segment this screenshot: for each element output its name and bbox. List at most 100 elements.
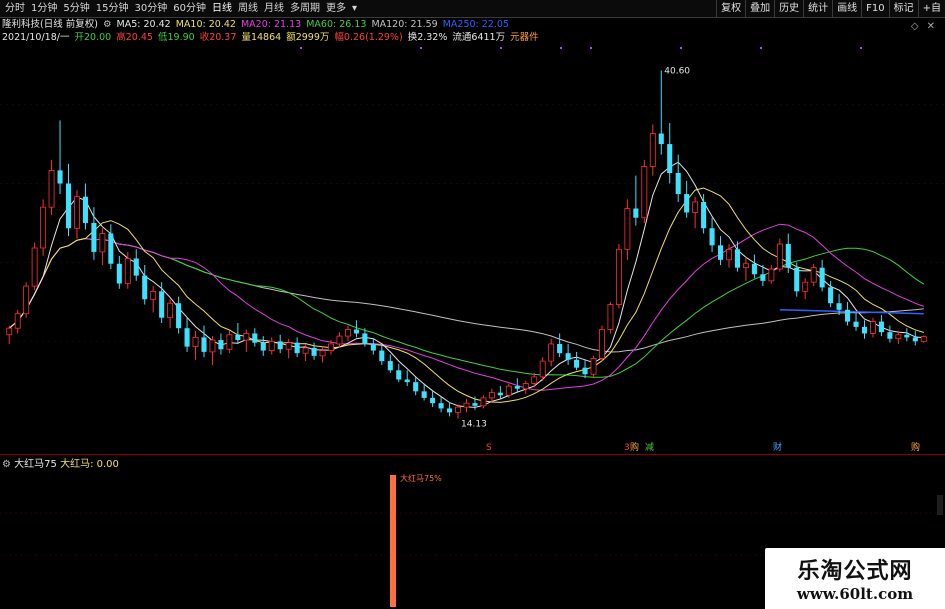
candle-body[interactable] xyxy=(396,370,402,380)
candle-body[interactable] xyxy=(607,304,614,330)
candle-body[interactable] xyxy=(404,379,410,383)
candle-body[interactable] xyxy=(920,336,927,342)
candle-body[interactable] xyxy=(285,342,292,350)
candle-body[interactable] xyxy=(184,328,190,347)
candle-body[interactable] xyxy=(760,274,766,281)
candle-body[interactable] xyxy=(488,392,495,399)
candle-body[interactable] xyxy=(649,133,656,167)
candle-body[interactable] xyxy=(794,267,800,292)
candle-body[interactable] xyxy=(447,408,453,413)
candle-body[interactable] xyxy=(82,196,88,223)
candle-body[interactable] xyxy=(531,376,538,384)
tab-15min[interactable]: 15分钟 xyxy=(93,0,132,18)
tab-60min[interactable]: 60分钟 xyxy=(170,0,209,18)
candle-body[interactable] xyxy=(226,334,233,350)
candle-body[interactable] xyxy=(633,208,639,218)
candle-body[interactable] xyxy=(328,343,334,351)
candle-body[interactable] xyxy=(252,333,258,343)
candle-body[interactable] xyxy=(209,339,216,353)
candle-body[interactable] xyxy=(692,201,699,213)
candle-body[interactable] xyxy=(514,386,520,389)
candle-body[interactable] xyxy=(142,275,148,300)
candle-body[interactable] xyxy=(701,201,707,229)
candle-body[interactable] xyxy=(641,166,648,219)
event-dot[interactable] xyxy=(590,47,592,49)
f10-button[interactable]: F10 xyxy=(861,0,888,18)
candle-body[interactable] xyxy=(362,333,368,344)
statistics-button[interactable]: 统计 xyxy=(803,0,832,18)
tab-multi-period[interactable]: 多周期 xyxy=(287,0,323,18)
candle-body[interactable] xyxy=(99,233,106,253)
more-dropdown-icon[interactable]: ▾ xyxy=(349,0,360,18)
candle-body[interactable] xyxy=(472,403,478,406)
diamond-icon[interactable]: ◇ xyxy=(911,22,919,32)
overlay-button[interactable]: 叠加 xyxy=(745,0,774,18)
candle-body[interactable] xyxy=(176,303,182,329)
candle-body[interactable] xyxy=(353,329,359,334)
event-marker-3[interactable]: 3 xyxy=(624,443,630,453)
candle-body[interactable] xyxy=(379,350,385,362)
candle-body[interactable] xyxy=(658,133,664,145)
candle-body[interactable] xyxy=(463,402,470,408)
candle-body[interactable] xyxy=(497,392,503,396)
candle-body[interactable] xyxy=(14,313,21,329)
candle-body[interactable] xyxy=(336,335,343,345)
candle-body[interactable] xyxy=(887,332,893,339)
candle-body[interactable] xyxy=(548,343,555,362)
candle-body[interactable] xyxy=(192,337,199,348)
candle-body[interactable] xyxy=(268,340,275,351)
event-marker-s[interactable]: S xyxy=(486,443,492,453)
tab-weekly[interactable]: 周线 xyxy=(235,0,261,18)
close-icon[interactable]: ✕ xyxy=(927,22,935,32)
add-watchlist-button[interactable]: +自 xyxy=(917,0,945,18)
candle-body[interactable] xyxy=(522,383,529,390)
candle-body[interactable] xyxy=(455,406,461,413)
candle-body[interactable] xyxy=(311,347,317,356)
candle-body[interactable] xyxy=(751,263,757,275)
indicator-name[interactable]: 大红马75 xyxy=(14,459,57,470)
tab-1min[interactable]: 1分钟 xyxy=(28,0,60,18)
candle-body[interactable] xyxy=(91,222,97,252)
event-dot[interactable] xyxy=(860,47,862,49)
candle-body[interactable] xyxy=(23,285,30,315)
candle-body[interactable] xyxy=(709,228,715,246)
candle-body[interactable] xyxy=(819,267,825,288)
adjust-button[interactable]: 复权 xyxy=(716,0,745,18)
candle-body[interactable] xyxy=(167,302,174,319)
event-dot[interactable] xyxy=(560,47,562,49)
candle-body[interactable] xyxy=(845,309,851,322)
candle-body[interactable] xyxy=(861,326,868,334)
candle-body[interactable] xyxy=(150,290,157,300)
candle-body[interactable] xyxy=(108,233,114,264)
candle-body[interactable] xyxy=(260,342,266,351)
mark-button[interactable]: 标记 xyxy=(888,0,918,18)
indicator-settings-icon[interactable]: ⚙ xyxy=(2,459,11,470)
event-dot[interactable] xyxy=(420,47,422,49)
candle-body[interactable] xyxy=(870,321,876,334)
candle-body[interactable] xyxy=(599,329,605,359)
candle-body[interactable] xyxy=(557,343,563,354)
candle-body[interactable] xyxy=(421,391,427,398)
candle-body[interactable] xyxy=(853,321,859,327)
candle-body[interactable] xyxy=(201,337,207,352)
event-dot[interactable] xyxy=(500,47,502,49)
tab-more[interactable]: 更多 xyxy=(323,0,349,18)
candle-body[interactable] xyxy=(345,329,351,337)
candle-body[interactable] xyxy=(48,169,55,208)
draw-line-button[interactable]: 画线 xyxy=(832,0,861,18)
candle-body[interactable] xyxy=(319,350,326,357)
tab-30min[interactable]: 30分钟 xyxy=(131,0,170,18)
stock-name[interactable]: 隆利科技(日线 前复权) xyxy=(2,19,98,30)
candle-body[interactable] xyxy=(74,196,80,229)
candle-body[interactable] xyxy=(828,287,834,304)
candle-body[interactable] xyxy=(438,403,444,409)
tab-intraday[interactable]: 分时 xyxy=(2,0,28,18)
candle-body[interactable] xyxy=(370,343,376,351)
candle-body[interactable] xyxy=(878,321,884,333)
candle-body[interactable] xyxy=(734,249,741,268)
candle-body[interactable] xyxy=(116,263,122,284)
candle-body[interactable] xyxy=(430,397,436,404)
candle-body[interactable] xyxy=(57,170,63,184)
scroll-handle[interactable] xyxy=(937,495,943,515)
event-marker-gou-1[interactable]: 购 xyxy=(630,441,639,453)
